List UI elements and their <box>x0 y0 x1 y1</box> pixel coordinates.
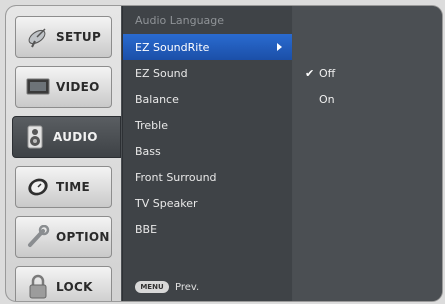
tab-option[interactable]: OPTION <box>15 216 112 258</box>
menu-item-balance[interactable]: Balance <box>123 86 292 112</box>
prev-label: Prev. <box>175 281 200 293</box>
category-tabs: SETUP VIDEO AUDIO TIME OPTION LOCK <box>6 6 121 301</box>
clock-icon <box>24 174 52 200</box>
tab-label: VIDEO <box>56 80 100 94</box>
menu-item-bass[interactable]: Bass <box>123 138 292 164</box>
option-on[interactable]: On <box>293 86 442 112</box>
tv-osd-menu: SETUP VIDEO AUDIO TIME OPTION LOCK Audio… <box>6 6 442 301</box>
menu-item-audio-language[interactable]: Audio Language <box>123 6 293 34</box>
audio-menu: Audio Language EZ SoundRite EZ Sound Bal… <box>122 6 292 301</box>
menu-item-label: Treble <box>135 118 168 132</box>
menu-item-label: Balance <box>135 92 179 106</box>
menu-item-label: Bass <box>135 144 161 158</box>
wrench-icon <box>24 224 52 250</box>
tab-label: SETUP <box>56 30 102 44</box>
tab-label: LOCK <box>56 280 93 294</box>
tab-label: AUDIO <box>53 130 98 144</box>
prev-hint[interactable]: MENU Prev. <box>135 281 199 293</box>
tab-label: TIME <box>56 180 90 194</box>
option-off[interactable]: ✔ Off <box>293 60 442 86</box>
tab-setup[interactable]: SETUP <box>15 16 112 58</box>
speaker-icon <box>21 124 49 150</box>
menu-item-front-surround[interactable]: Front Surround <box>123 164 292 190</box>
menu-item-bbe[interactable]: BBE <box>123 216 292 242</box>
menu-item-ez-soundrite[interactable]: EZ SoundRite <box>123 34 292 60</box>
menu-item-label: BBE <box>135 222 158 236</box>
satellite-dish-icon <box>24 24 52 50</box>
tab-audio[interactable]: AUDIO <box>12 116 121 158</box>
tab-time[interactable]: TIME <box>15 166 112 208</box>
tab-video[interactable]: VIDEO <box>15 66 112 108</box>
soundrite-submenu: ✔ Off On <box>293 6 442 301</box>
menu-item-tv-speaker[interactable]: TV Speaker <box>123 190 292 216</box>
chevron-right-icon <box>277 43 282 51</box>
padlock-icon <box>24 274 52 300</box>
option-label: On <box>319 92 335 106</box>
option-label: Off <box>319 66 336 80</box>
menu-item-label: TV Speaker <box>135 196 198 210</box>
checkmark-icon: ✔ <box>305 66 315 80</box>
menu-item-treble[interactable]: Treble <box>123 112 292 138</box>
menu-item-ez-sound[interactable]: EZ Sound <box>123 60 292 86</box>
menu-item-label: EZ SoundRite <box>135 40 210 54</box>
menu-item-label: EZ Sound <box>135 66 188 80</box>
menu-key-icon: MENU <box>135 281 169 293</box>
menu-item-label: Front Surround <box>135 170 217 184</box>
tab-lock[interactable]: LOCK <box>15 266 112 301</box>
tab-label: OPTION <box>56 230 110 244</box>
monitor-icon <box>24 74 52 100</box>
